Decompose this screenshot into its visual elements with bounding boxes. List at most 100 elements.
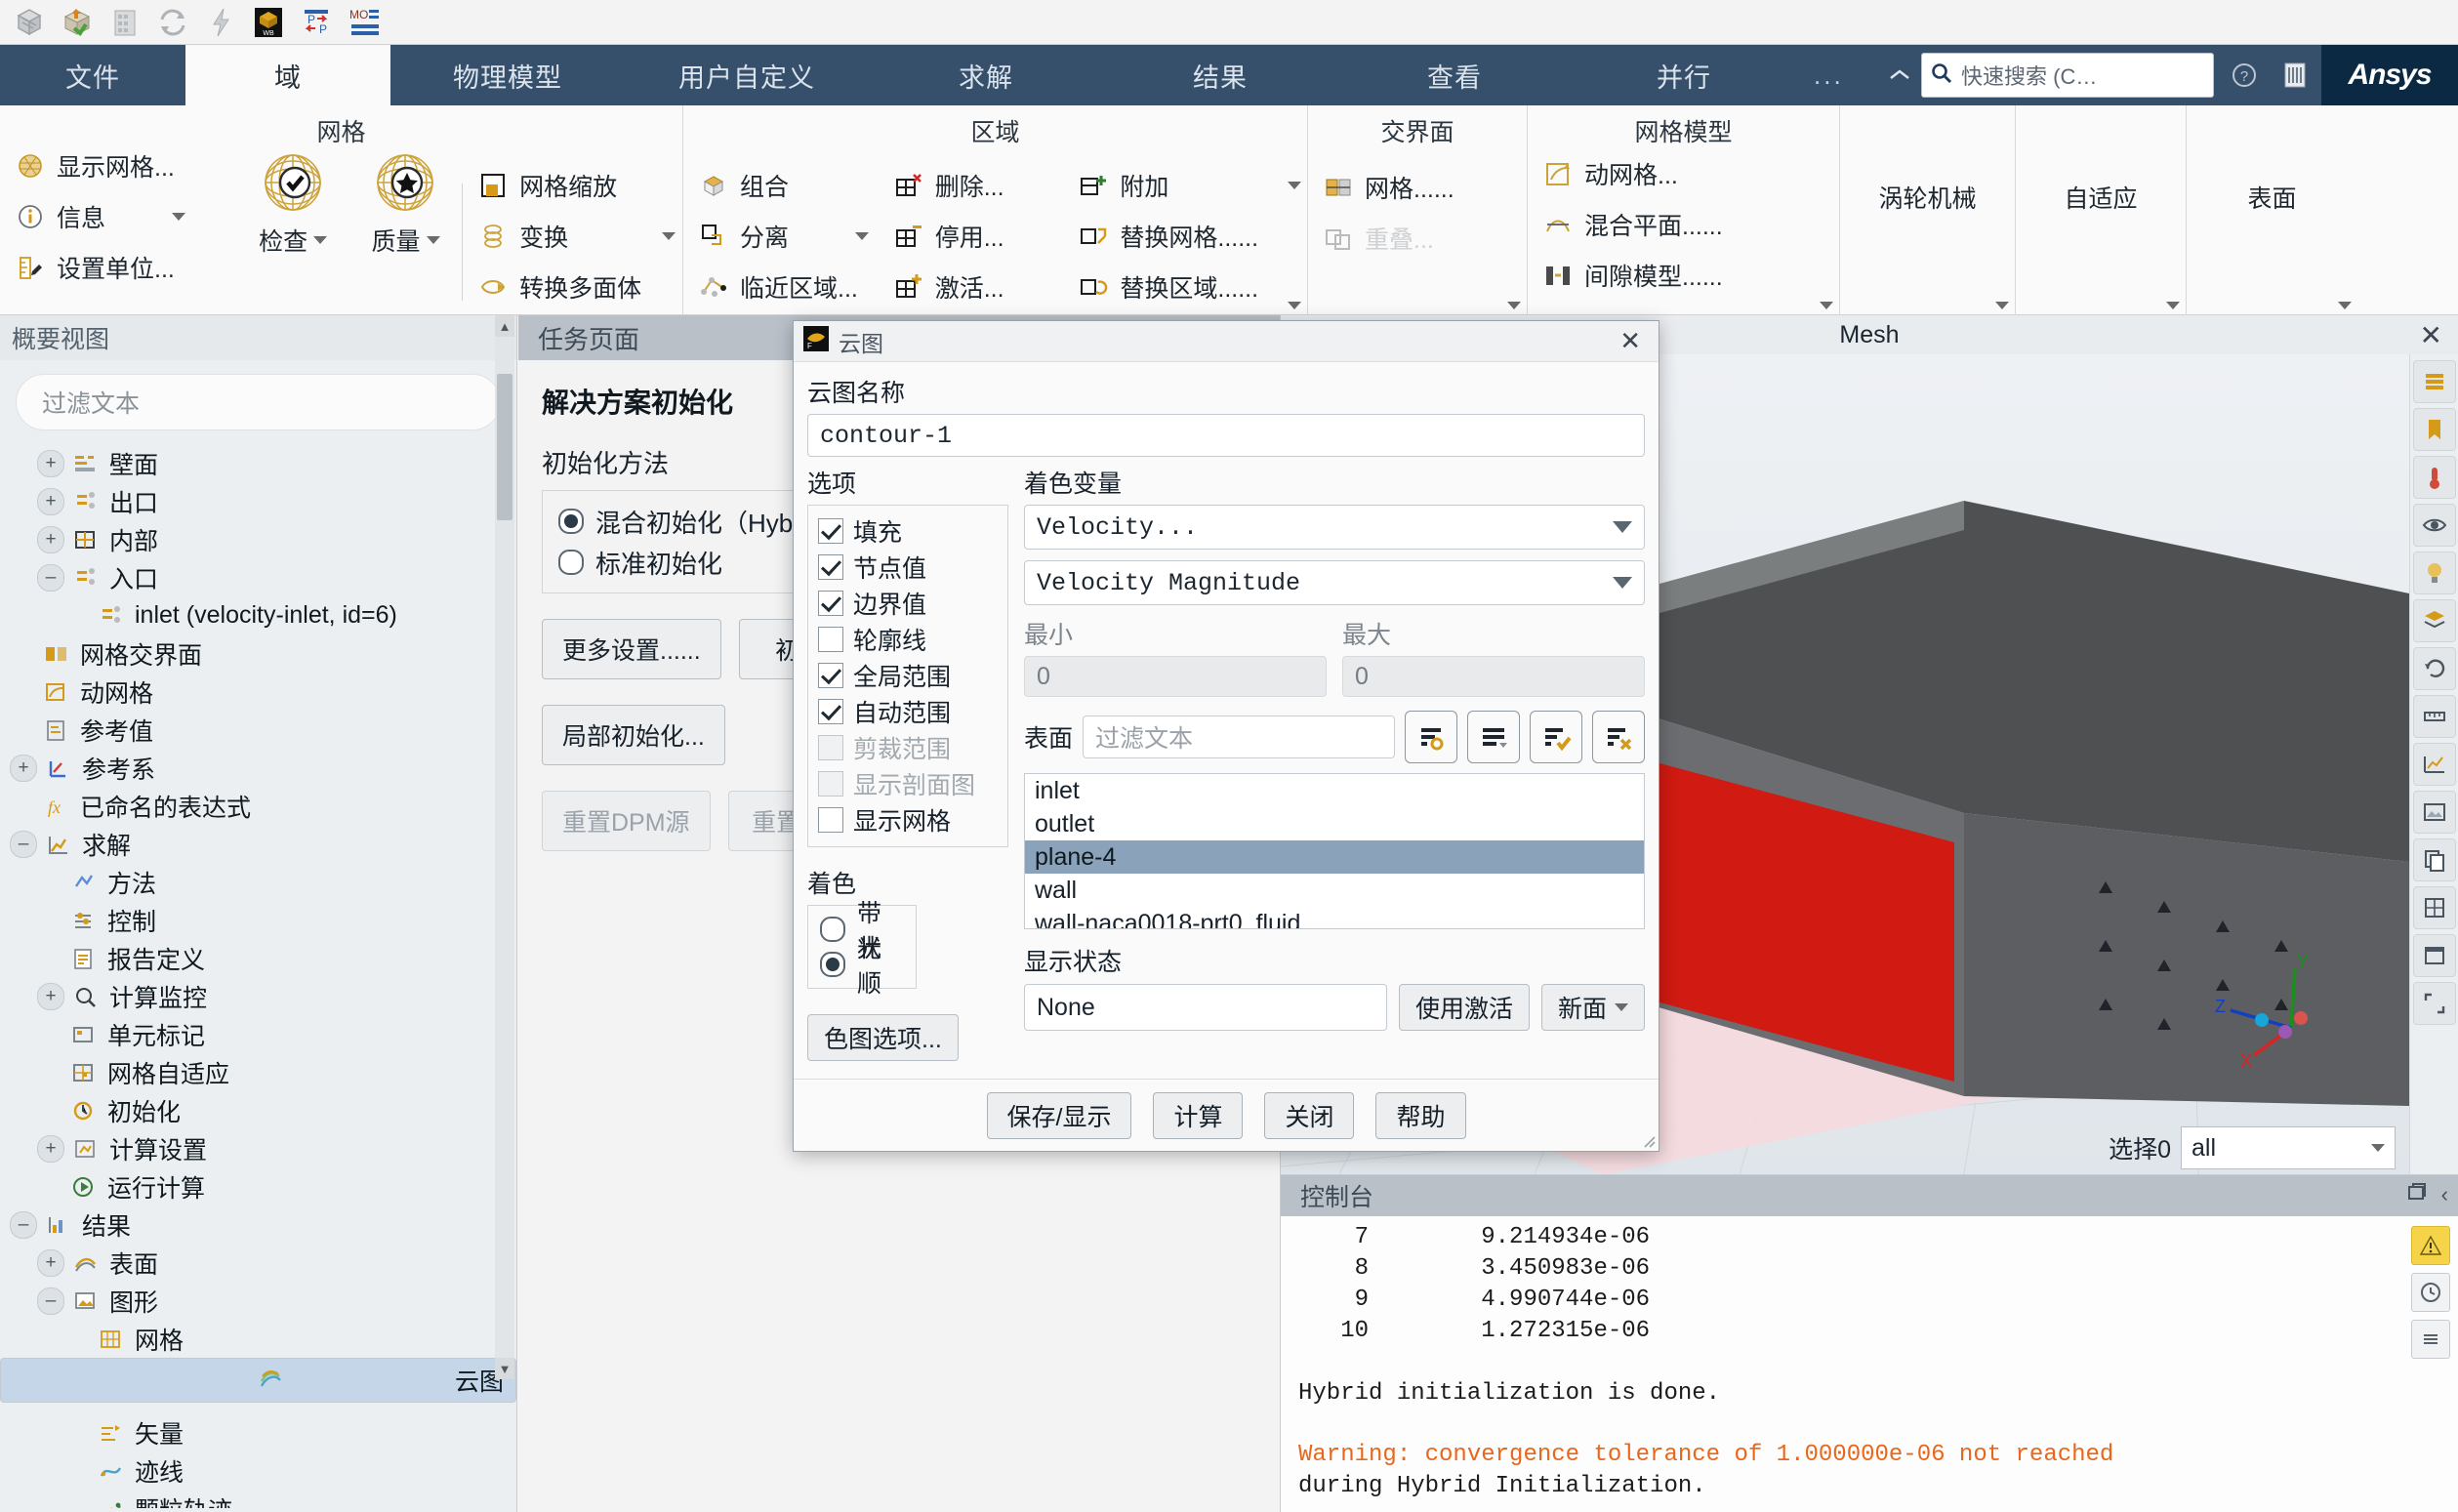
image-icon[interactable] bbox=[2412, 791, 2456, 834]
lightbulb-icon[interactable] bbox=[2412, 552, 2456, 594]
expand-icon[interactable] bbox=[2412, 982, 2456, 1025]
p-swap-icon[interactable]: PP bbox=[299, 6, 334, 39]
tab-user-defined[interactable]: 用户自定义 bbox=[625, 45, 869, 105]
min-input[interactable]: 0 bbox=[1024, 656, 1327, 697]
tree-item-11[interactable]: 方法 bbox=[0, 863, 516, 901]
eye-icon[interactable] bbox=[2412, 504, 2456, 547]
tree-item-19[interactable]: 运行计算 bbox=[0, 1167, 516, 1206]
ribbon-button-gap-model[interactable]: 间隙模型...... bbox=[1528, 250, 1839, 301]
ribbon-button-replace-mesh[interactable]: 替换网格...... bbox=[1063, 211, 1307, 262]
surface-list-item[interactable]: inlet bbox=[1025, 774, 1644, 807]
ribbon-button-adjacency[interactable]: 临近区域... bbox=[683, 262, 879, 312]
ribbon-button-quality[interactable]: 质量 bbox=[349, 141, 462, 258]
chevron-down-icon[interactable] bbox=[2166, 302, 2180, 309]
scroll-down-icon[interactable]: ▼ bbox=[495, 1358, 514, 1379]
option-checkbox-5[interactable]: 自动范围 bbox=[818, 693, 998, 729]
list-sort-icon[interactable] bbox=[1467, 711, 1520, 763]
tab-domain[interactable]: 域 bbox=[185, 45, 390, 105]
tree-item-6[interactable]: 动网格 bbox=[0, 673, 516, 711]
layers-icon[interactable] bbox=[2412, 599, 2456, 642]
tree-item-20[interactable]: – 结果 bbox=[0, 1206, 516, 1244]
chevron-down-icon[interactable] bbox=[1995, 302, 2009, 309]
expand-toggle-icon[interactable]: + bbox=[10, 754, 37, 782]
tree-item-25[interactable]: 矢量 bbox=[0, 1413, 516, 1451]
tree-item-27[interactable]: 颗粒轨迹 bbox=[0, 1490, 516, 1508]
ribbon-button-check[interactable]: 检查 bbox=[236, 141, 348, 258]
expand-toggle-icon[interactable]: + bbox=[37, 1248, 64, 1277]
surfaces-filter-input[interactable]: 过滤文本 bbox=[1083, 715, 1395, 758]
tab-view[interactable]: 查看 bbox=[1337, 45, 1572, 105]
chevron-down-icon[interactable] bbox=[1507, 302, 1521, 309]
tree-item-15[interactable]: 单元标记 bbox=[0, 1015, 516, 1053]
tree-item-14[interactable]: + 计算监控 bbox=[0, 977, 516, 1015]
ribbon-button-separate[interactable]: 分离 bbox=[683, 211, 879, 262]
tree-item-22[interactable]: – 图形 bbox=[0, 1282, 516, 1320]
tree-item-4[interactable]: inlet (velocity-inlet, id=6) bbox=[0, 596, 516, 634]
chevron-down-icon[interactable] bbox=[855, 232, 870, 240]
contour-name-input[interactable]: contour-1 bbox=[807, 414, 1645, 457]
patch-button[interactable]: 局部初始化... bbox=[542, 705, 725, 765]
ribbon-button-activate-zone[interactable]: 激活... bbox=[879, 262, 1064, 312]
console-output[interactable]: 7 9.214934e-06 8 3.450983e-06 9 4.990744… bbox=[1281, 1216, 2458, 1502]
ribbon-button-set-units[interactable]: 设置单位... bbox=[0, 242, 236, 293]
window-icon[interactable] bbox=[2412, 934, 2456, 977]
grid-icon[interactable] bbox=[2412, 886, 2456, 929]
select-all-icon[interactable] bbox=[1530, 711, 1582, 763]
close-icon[interactable]: ✕ bbox=[1612, 326, 1649, 356]
coloring-variable-select[interactable]: Velocity... bbox=[1024, 505, 1645, 550]
chart-icon[interactable] bbox=[2412, 743, 2456, 786]
chevron-down-icon[interactable] bbox=[1288, 302, 1301, 309]
tab-file[interactable]: 文件 bbox=[0, 45, 185, 105]
import-box-icon[interactable] bbox=[60, 6, 95, 39]
colormap-options-button[interactable]: 色图选项... bbox=[807, 1014, 959, 1061]
tree-item-18[interactable]: + 计算设置 bbox=[0, 1129, 516, 1167]
chevron-down-icon[interactable] bbox=[1288, 182, 1302, 189]
collapse-toggle-icon[interactable]: – bbox=[37, 563, 64, 592]
library-icon[interactable] bbox=[2269, 45, 2321, 105]
ribbon-overflow-dots[interactable]: ... bbox=[1796, 45, 1862, 105]
ribbon-button-info[interactable]: 信息 bbox=[0, 191, 236, 242]
menu-icon[interactable] bbox=[2411, 1320, 2450, 1359]
tree-item-24[interactable]: 云图 bbox=[0, 1358, 516, 1403]
ribbon-button-delete-zone[interactable]: 删除... bbox=[879, 160, 1064, 211]
chevron-down-icon[interactable] bbox=[426, 236, 440, 244]
tree-item-1[interactable]: + 出口 bbox=[0, 482, 516, 520]
ribbon-button-deactivate-zone[interactable]: 停用... bbox=[879, 211, 1064, 262]
tree-item-5[interactable]: 网格交界面 bbox=[0, 634, 516, 673]
selection-filter-select[interactable]: all bbox=[2181, 1126, 2396, 1169]
ribbon-button-make-polyhedra[interactable]: 转换多面体 bbox=[463, 262, 682, 312]
reset-dpm-sources-button[interactable]: 重置DPM源 bbox=[542, 791, 711, 851]
tree-item-10[interactable]: – 求解 bbox=[0, 825, 516, 863]
ribbon-button-replace-zone[interactable]: 替换区域...... bbox=[1063, 262, 1307, 312]
outline-filter-input[interactable]: 过滤文本 bbox=[16, 374, 501, 430]
chevron-down-icon[interactable] bbox=[172, 213, 186, 221]
option-checkbox-8[interactable]: 显示网格 bbox=[818, 801, 998, 838]
option-checkbox-0[interactable]: 填充 bbox=[818, 512, 998, 549]
help-button[interactable]: 帮助 bbox=[1375, 1091, 1466, 1139]
help-icon[interactable]: ? bbox=[2220, 45, 2269, 105]
surface-list-item[interactable]: wall-naca0018-prt0_fluid bbox=[1025, 907, 1644, 929]
compute-button[interactable]: 计算 bbox=[1153, 1091, 1244, 1139]
close-icon[interactable]: ✕ bbox=[2420, 319, 2442, 351]
ribbon-button-display-mesh[interactable]: 显示网格... bbox=[0, 141, 236, 191]
ribbon-button-combine[interactable]: 组合 bbox=[683, 160, 879, 211]
ribbon-button-overset[interactable]: 重叠... bbox=[1308, 213, 1527, 264]
list-options-icon[interactable] bbox=[1405, 711, 1457, 763]
ribbon-button-scale[interactable]: 网格缩放 bbox=[463, 160, 682, 211]
expand-toggle-icon[interactable]: + bbox=[37, 449, 64, 477]
tree-item-13[interactable]: 报告定义 bbox=[0, 939, 516, 977]
use-active-button[interactable]: 使用激活 bbox=[1398, 984, 1530, 1031]
mesh-cube-icon[interactable] bbox=[12, 6, 47, 39]
ribbon-button-transform[interactable]: 变换 bbox=[463, 211, 682, 262]
ruler-icon[interactable] bbox=[2412, 695, 2456, 738]
bookmark-icon[interactable] bbox=[2412, 408, 2456, 451]
scroll-up-icon[interactable]: ▲ bbox=[495, 315, 514, 337]
chevron-down-icon[interactable] bbox=[313, 236, 328, 244]
tree-item-23[interactable]: 网格 bbox=[0, 1320, 516, 1358]
resize-grip-icon[interactable] bbox=[1639, 1131, 1657, 1149]
coloring-subvariable-select[interactable]: Velocity Magnitude bbox=[1024, 560, 1645, 605]
close-button[interactable]: 关闭 bbox=[1264, 1091, 1355, 1139]
surface-list-item[interactable]: wall bbox=[1025, 874, 1644, 907]
chevron-up-icon[interactable] bbox=[1878, 45, 1921, 105]
deselect-all-icon[interactable] bbox=[1592, 711, 1645, 763]
